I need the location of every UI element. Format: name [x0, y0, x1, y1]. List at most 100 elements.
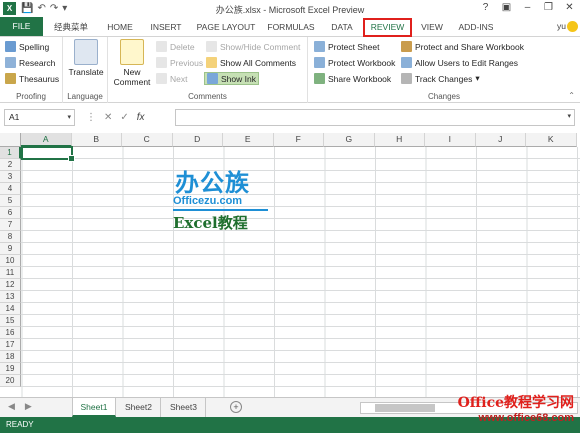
show-all-comments-button[interactable]: Show All Comments	[206, 57, 296, 68]
row-header-7[interactable]: 7	[0, 219, 21, 231]
row-header-15[interactable]: 15	[0, 315, 21, 327]
cancel-icon[interactable]: ✕	[104, 112, 112, 123]
row-header-11[interactable]: 11	[0, 267, 21, 279]
delete-comment-icon	[156, 41, 167, 52]
tab-data[interactable]: DATA	[324, 19, 360, 37]
row-header-5[interactable]: 5	[0, 195, 21, 207]
tab-formulas[interactable]: FORMULAS	[262, 19, 320, 37]
expand-formula-bar-icon[interactable]: ▾	[567, 112, 571, 120]
watermark-divider	[173, 209, 268, 211]
footer-watermark-line2: www.office68.com	[478, 412, 574, 424]
name-box[interactable]: A1 ▾	[4, 109, 75, 126]
column-header-f[interactable]: F	[273, 133, 324, 147]
spelling-icon	[5, 41, 16, 52]
watermark-domain: Officezu.com	[173, 195, 243, 207]
row-header-10[interactable]: 10	[0, 255, 21, 267]
prev-sheet-icon[interactable]: ◀	[8, 401, 15, 412]
column-header-g[interactable]: G	[324, 133, 375, 147]
column-header-b[interactable]: B	[71, 133, 122, 147]
collapse-ribbon-icon[interactable]: ⌃	[568, 91, 575, 100]
new-comment-button[interactable]: New Comment	[112, 39, 152, 87]
help-icon[interactable]: ?	[475, 0, 496, 17]
row-header-18[interactable]: 18	[0, 351, 21, 363]
protect-sheet-button[interactable]: Protect Sheet	[314, 41, 380, 52]
row-header-4[interactable]: 4	[0, 183, 21, 195]
user-name[interactable]: yu	[557, 21, 566, 31]
column-header-c[interactable]: C	[122, 133, 173, 147]
watermark-cn-text: 办公族	[175, 170, 250, 197]
tab-view[interactable]: VIEW	[416, 19, 448, 37]
row-header-17[interactable]: 17	[0, 339, 21, 351]
minimize-icon[interactable]: –	[517, 0, 538, 17]
sheet-tab-1[interactable]: Sheet1	[72, 398, 116, 417]
tab-file[interactable]: FILE	[0, 17, 43, 36]
footer-watermark: Office教程学习网 www.office68.com	[458, 392, 574, 424]
column-header-k[interactable]: K	[526, 133, 577, 147]
tab-review[interactable]: REVIEW	[363, 18, 412, 37]
sheet-tab-3[interactable]: Sheet3	[162, 398, 206, 417]
next-sheet-icon[interactable]: ▶	[25, 401, 32, 412]
cell-area[interactable]	[21, 147, 580, 397]
ribbon-display-icon[interactable]: ▣	[496, 0, 517, 17]
thesaurus-button[interactable]: Thesaurus	[5, 73, 59, 84]
name-box-dropdown-icon[interactable]: ▾	[67, 110, 71, 125]
insert-function-icon[interactable]: fx	[137, 112, 145, 123]
spelling-button[interactable]: Spelling	[5, 41, 49, 52]
share-workbook-button[interactable]: Share Workbook	[314, 73, 391, 84]
ribbon-tabs: FILE 经典菜单 HOME INSERT PAGE LAYOUT FORMUL…	[0, 17, 580, 37]
row-header-19[interactable]: 19	[0, 363, 21, 375]
column-header-h[interactable]: H	[374, 133, 425, 147]
thesaurus-icon	[5, 73, 16, 84]
select-all-corner[interactable]	[0, 133, 21, 147]
add-sheet-icon[interactable]: +	[230, 401, 242, 413]
scrollbar-thumb[interactable]	[375, 404, 435, 412]
row-header-1[interactable]: 1	[0, 147, 21, 159]
active-cell-a1[interactable]	[21, 146, 75, 162]
ribbon-review: Spelling Research Thesaurus Proofing Tra…	[0, 37, 580, 103]
row-header-6[interactable]: 6	[0, 207, 21, 219]
row-header-20[interactable]: 20	[0, 375, 21, 387]
watermark-logo: 办公族 Officezu.com Excel教程	[170, 163, 280, 233]
column-header-d[interactable]: D	[172, 133, 223, 147]
row-header-2[interactable]: 2	[0, 159, 21, 171]
next-comment-button[interactable]: Next	[156, 73, 187, 84]
row-header-3[interactable]: 3	[0, 171, 21, 183]
formula-input[interactable]: ▾	[175, 109, 575, 126]
tab-insert[interactable]: INSERT	[144, 19, 188, 37]
tab-page-layout[interactable]: PAGE LAYOUT	[193, 19, 259, 37]
column-header-a[interactable]: A	[21, 133, 72, 147]
protect-and-share-button[interactable]: Protect and Share Workbook	[401, 41, 524, 52]
track-changes-button[interactable]: Track Changes ▾	[401, 73, 480, 84]
protect-workbook-button[interactable]: Protect Workbook	[314, 57, 395, 68]
tab-home[interactable]: HOME	[100, 19, 140, 37]
column-header-j[interactable]: J	[475, 133, 526, 147]
enter-icon[interactable]: ✓	[120, 112, 128, 123]
tab-add-ins[interactable]: ADD-INS	[453, 19, 499, 37]
row-header-9[interactable]: 9	[0, 243, 21, 255]
restore-icon[interactable]: ❐	[538, 0, 559, 17]
title-bar: X 💾 ↶ ↷ ▾ 办公族.xlsx - Microsoft Excel Pre…	[0, 0, 580, 17]
row-header-8[interactable]: 8	[0, 231, 21, 243]
show-hide-comment-button[interactable]: Show/Hide Comment	[206, 41, 300, 52]
row-header-14[interactable]: 14	[0, 303, 21, 315]
protect-and-share-icon	[401, 41, 412, 52]
track-changes-icon	[401, 73, 412, 84]
column-header-e[interactable]: E	[223, 133, 274, 147]
row-header-13[interactable]: 13	[0, 291, 21, 303]
feedback-smiley-icon[interactable]	[567, 21, 578, 32]
close-icon[interactable]: ✕	[559, 0, 580, 17]
allow-users-edit-ranges-button[interactable]: Allow Users to Edit Ranges	[401, 57, 518, 68]
sheet-tab-2[interactable]: Sheet2	[117, 398, 161, 417]
research-button[interactable]: Research	[5, 57, 55, 68]
show-ink-button[interactable]: Show Ink	[204, 72, 259, 85]
new-comment-icon	[120, 39, 144, 65]
research-icon	[5, 57, 16, 68]
row-header-12[interactable]: 12	[0, 279, 21, 291]
tab-classic-menu[interactable]: 经典菜单	[50, 19, 92, 37]
translate-button[interactable]: Translate	[68, 39, 104, 77]
allow-users-icon	[401, 57, 412, 68]
row-header-16[interactable]: 16	[0, 327, 21, 339]
delete-comment-button[interactable]: Delete	[156, 41, 195, 52]
previous-comment-button[interactable]: Previous	[156, 57, 203, 68]
column-header-i[interactable]: I	[425, 133, 476, 147]
